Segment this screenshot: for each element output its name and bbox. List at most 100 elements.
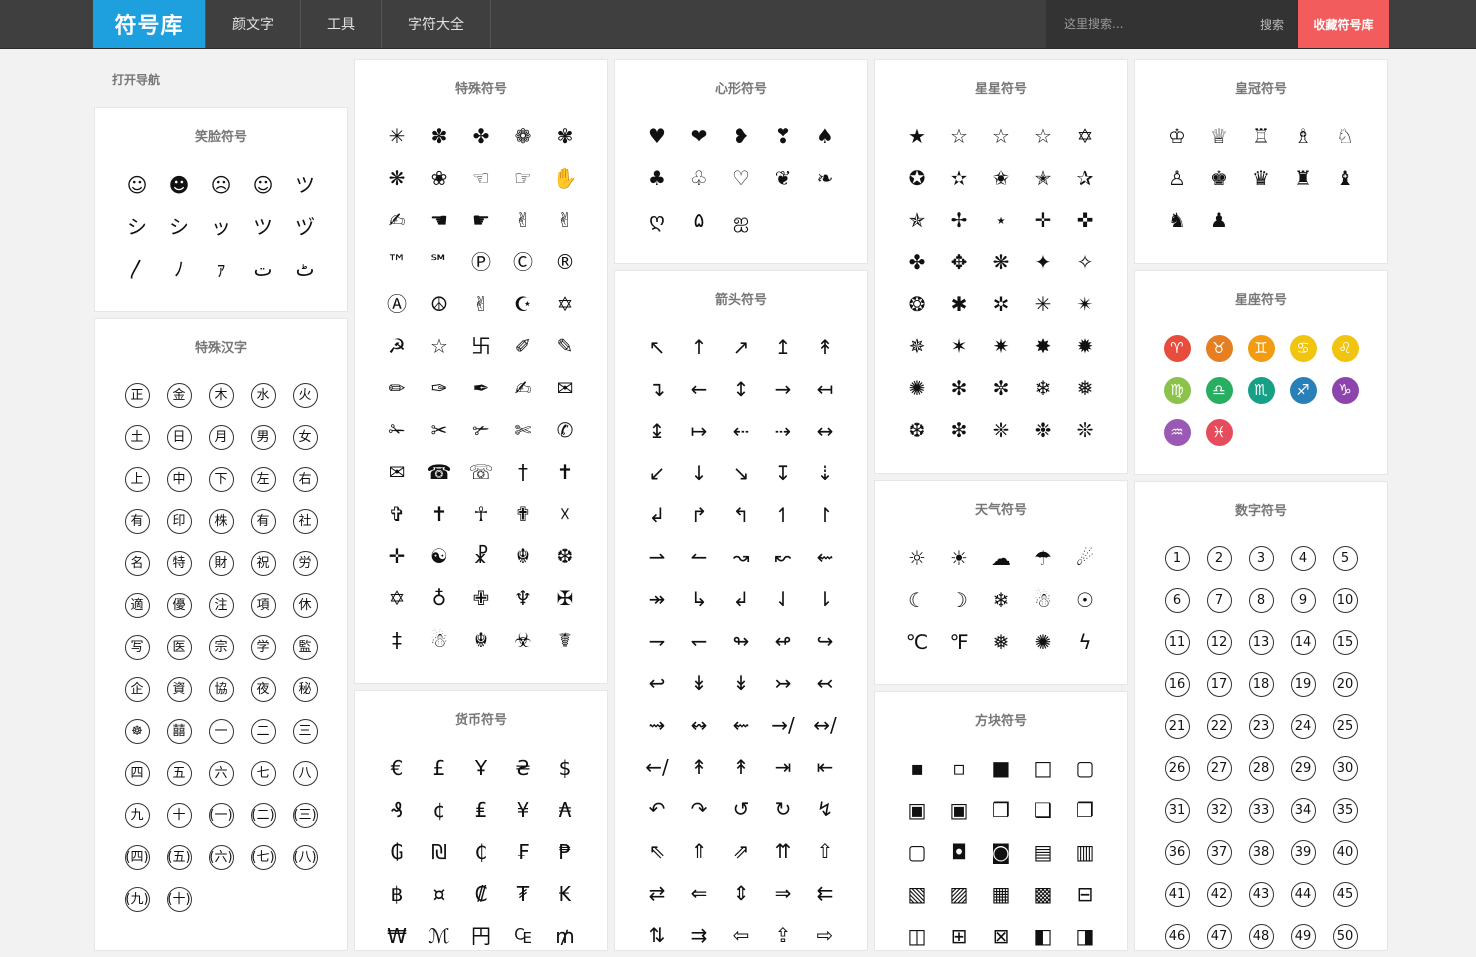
symbol-heart-6[interactable]: ♧ <box>678 157 720 199</box>
symbol-star-37[interactable]: ❈ <box>980 409 1022 451</box>
symbol-chinese-2[interactable]: 木 <box>200 374 242 416</box>
symbol-currency-4[interactable]: $ <box>544 747 586 789</box>
symbol-special-13[interactable]: ✌ <box>502 199 544 241</box>
search-input[interactable] <box>1046 8 1246 40</box>
symbol-heart-2[interactable]: ❥ <box>720 115 762 157</box>
symbol-number-40[interactable]: 41 <box>1156 873 1198 915</box>
symbol-zodiac-7[interactable]: ♏ <box>1240 369 1282 411</box>
symbol-smile-5[interactable]: シ <box>116 206 158 248</box>
symbol-heart-5[interactable]: ♣ <box>636 157 678 199</box>
symbol-number-5[interactable]: 6 <box>1156 579 1198 621</box>
symbol-star-11[interactable]: ✢ <box>938 199 980 241</box>
symbol-number-21[interactable]: 22 <box>1198 705 1240 747</box>
symbol-currency-9[interactable]: ₳ <box>544 789 586 831</box>
symbol-special-54[interactable]: ❆ <box>544 535 586 577</box>
symbol-star-25[interactable]: ✵ <box>896 325 938 367</box>
symbol-zodiac-0[interactable]: ♈ <box>1156 327 1198 369</box>
symbol-smile-4[interactable]: ツ <box>284 164 326 206</box>
symbol-currency-11[interactable]: ₪ <box>418 831 460 873</box>
symbol-star-19[interactable]: ✧ <box>1064 241 1106 283</box>
symbol-number-17[interactable]: 18 <box>1240 663 1282 705</box>
symbol-arrow-64[interactable]: ⇧ <box>804 830 846 872</box>
search-button[interactable]: 搜索 <box>1254 15 1290 34</box>
symbol-arrow-34[interactable]: ⇂ <box>804 578 846 620</box>
symbol-currency-12[interactable]: ₵ <box>460 831 502 873</box>
symbol-arrow-70[interactable]: ⇅ <box>636 914 678 956</box>
symbol-smile-12[interactable]: ｧ <box>200 248 242 290</box>
symbol-weather-10[interactable]: ℃ <box>896 621 938 663</box>
symbol-smile-8[interactable]: ツ <box>242 206 284 248</box>
symbol-arrow-13[interactable]: ⇢ <box>762 410 804 452</box>
symbol-heart-3[interactable]: ❣ <box>762 115 804 157</box>
symbol-special-3[interactable]: ❁ <box>502 115 544 157</box>
symbol-star-0[interactable]: ★ <box>896 115 938 157</box>
symbol-special-35[interactable]: ✁ <box>376 409 418 451</box>
symbol-arrow-63[interactable]: ⇈ <box>762 830 804 872</box>
symbol-special-37[interactable]: ✃ <box>460 409 502 451</box>
symbol-zodiac-3[interactable]: ♋ <box>1282 327 1324 369</box>
symbol-arrow-4[interactable]: ↟ <box>804 326 846 368</box>
symbol-special-27[interactable]: 卐 <box>460 325 502 367</box>
symbol-heart-9[interactable]: ❧ <box>804 157 846 199</box>
symbol-special-46[interactable]: ✝ <box>418 493 460 535</box>
symbol-smile-0[interactable]: ☺ <box>116 164 158 206</box>
symbol-special-41[interactable]: ☎ <box>418 451 460 493</box>
symbol-special-1[interactable]: ✽ <box>418 115 460 157</box>
symbol-currency-14[interactable]: ₱ <box>544 831 586 873</box>
symbol-star-38[interactable]: ❉ <box>1022 409 1064 451</box>
symbol-chinese-23[interactable]: 祝 <box>242 542 284 584</box>
symbol-chinese-24[interactable]: 労 <box>284 542 326 584</box>
symbol-special-40[interactable]: ✉ <box>376 451 418 493</box>
symbol-arrow-41[interactable]: ↡ <box>678 662 720 704</box>
symbol-currency-16[interactable]: ¤ <box>418 873 460 915</box>
symbol-currency-5[interactable]: ₰ <box>376 789 418 831</box>
symbol-star-39[interactable]: ❊ <box>1064 409 1106 451</box>
symbol-chinese-56[interactable]: (五) <box>158 836 200 878</box>
symbol-arrow-44[interactable]: ↢ <box>804 662 846 704</box>
symbol-special-63[interactable]: ☣ <box>502 619 544 661</box>
symbol-currency-8[interactable]: ¥ <box>502 789 544 831</box>
symbol-special-12[interactable]: ☛ <box>460 199 502 241</box>
symbol-weather-0[interactable]: ☼ <box>896 537 938 579</box>
symbol-special-31[interactable]: ✑ <box>418 367 460 409</box>
symbol-currency-10[interactable]: ₲ <box>376 831 418 873</box>
symbol-number-39[interactable]: 40 <box>1324 831 1366 873</box>
symbol-crown-7[interactable]: ♛ <box>1240 157 1282 199</box>
symbol-number-44[interactable]: 45 <box>1324 873 1366 915</box>
symbol-special-2[interactable]: ✤ <box>460 115 502 157</box>
symbol-arrow-10[interactable]: ↨ <box>636 410 678 452</box>
symbol-chinese-1[interactable]: 金 <box>158 374 200 416</box>
symbol-crown-4[interactable]: ♘ <box>1324 115 1366 157</box>
symbol-chinese-36[interactable]: 資 <box>158 668 200 710</box>
symbol-special-21[interactable]: ☮ <box>418 283 460 325</box>
symbol-currency-13[interactable]: ₣ <box>502 831 544 873</box>
symbol-smile-10[interactable]: 〳 <box>116 248 158 290</box>
symbol-number-31[interactable]: 32 <box>1198 789 1240 831</box>
symbol-chinese-44[interactable]: 三 <box>284 710 326 752</box>
symbol-special-38[interactable]: ✄ <box>502 409 544 451</box>
symbol-number-30[interactable]: 31 <box>1156 789 1198 831</box>
symbol-weather-4[interactable]: ☄ <box>1064 537 1106 579</box>
symbol-number-32[interactable]: 33 <box>1240 789 1282 831</box>
symbol-chinese-14[interactable]: 右 <box>284 458 326 500</box>
symbol-chinese-47[interactable]: 六 <box>200 752 242 794</box>
symbol-block-0[interactable]: ▪ <box>896 747 938 789</box>
symbol-special-0[interactable]: ✳ <box>376 115 418 157</box>
symbol-currency-18[interactable]: ₮ <box>502 873 544 915</box>
symbol-special-34[interactable]: ✉ <box>544 367 586 409</box>
symbol-arrow-39[interactable]: ↪ <box>804 620 846 662</box>
symbol-arrow-5[interactable]: ↴ <box>636 368 678 410</box>
symbol-chinese-60[interactable]: (九) <box>116 878 158 920</box>
symbol-special-6[interactable]: ❀ <box>418 157 460 199</box>
symbol-arrow-32[interactable]: ↲ <box>720 578 762 620</box>
symbol-chinese-19[interactable]: 社 <box>284 500 326 542</box>
symbol-number-25[interactable]: 26 <box>1156 747 1198 789</box>
symbol-weather-12[interactable]: ❅ <box>980 621 1022 663</box>
symbol-special-4[interactable]: ✾ <box>544 115 586 157</box>
symbol-arrow-7[interactable]: ↕ <box>720 368 762 410</box>
symbol-arrow-33[interactable]: ⇃ <box>762 578 804 620</box>
symbol-special-36[interactable]: ✂ <box>418 409 460 451</box>
symbol-special-22[interactable]: ✌ <box>460 283 502 325</box>
symbol-block-9[interactable]: ❐ <box>1064 789 1106 831</box>
symbol-crown-2[interactable]: ♖ <box>1240 115 1282 157</box>
